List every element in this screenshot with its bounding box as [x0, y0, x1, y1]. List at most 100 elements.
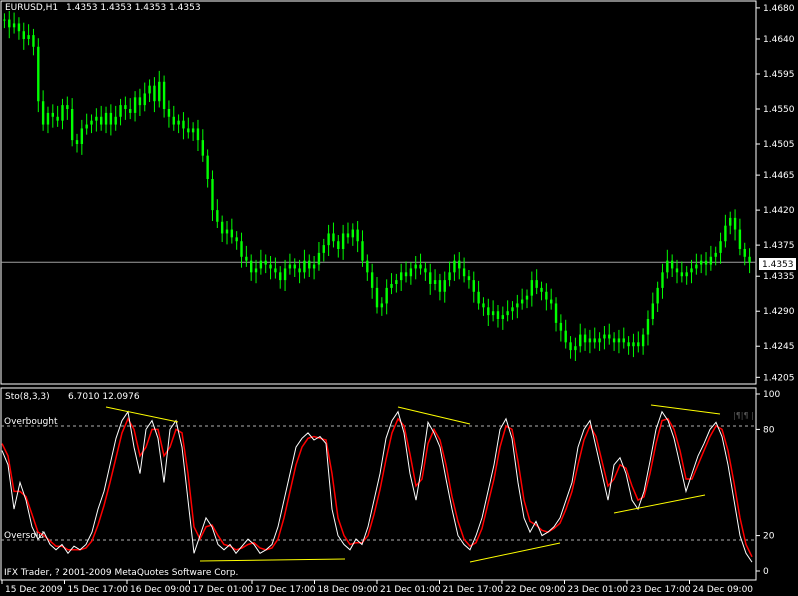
price-bar-body: [680, 272, 684, 277]
price-bar-body: [641, 334, 645, 347]
price-bar-body: [293, 264, 296, 269]
stochastic-tick-label: 100: [763, 390, 780, 400]
price-bar-body: [409, 268, 413, 277]
price-bar-body: [651, 303, 655, 319]
copyright: IFX Trader, ? 2001-2009 MetaQuotes Softw…: [4, 568, 238, 578]
price-tick-label: 1.4375: [763, 241, 795, 251]
price-bar-body: [61, 105, 64, 121]
price-bar-body: [341, 233, 345, 249]
price-bar-body: [661, 272, 664, 288]
price-bar-body: [182, 120, 185, 129]
price-bar-body: [559, 322, 563, 331]
price-tick-label: 1.4505: [763, 140, 795, 150]
price-bar-body: [211, 179, 214, 211]
overbought-label: Overbought: [4, 417, 58, 427]
price-bar-body: [317, 252, 321, 265]
price-bar-body: [569, 342, 572, 351]
price-bar-body: [17, 23, 21, 32]
price-bar-body: [196, 128, 200, 141]
price-tick-label: 1.4335: [763, 272, 795, 282]
price-bar-body: [477, 291, 480, 304]
indicator-values: 6.7010 12.0976: [68, 392, 140, 402]
price-bar-body: [322, 245, 325, 253]
price-bar-body: [593, 338, 596, 343]
price-bar-body: [46, 112, 50, 125]
price-bar-body: [506, 311, 509, 316]
price-bar-body: [448, 272, 451, 281]
price-bar-body: [187, 128, 190, 133]
price-bar-body: [453, 260, 456, 273]
price-bar-body: [675, 268, 679, 273]
price-bar-body: [433, 280, 437, 284]
price-bar-body: [535, 280, 538, 288]
price-bar-body: [579, 334, 582, 347]
price-bar-body: [472, 280, 475, 292]
price-bar-body: [525, 295, 529, 300]
price-bar-body: [75, 140, 79, 144]
price-tick-label: 1.4640: [763, 35, 795, 45]
price-bar-body: [603, 334, 606, 339]
price-bar-body: [259, 260, 263, 269]
price-bar-body: [467, 276, 471, 281]
price-bar-body: [119, 105, 122, 117]
price-bar-body: [588, 338, 592, 343]
price-bar-body: [109, 112, 113, 125]
price-bar-body: [583, 334, 587, 343]
time-tick-label: 16 Dec 09:00: [130, 585, 191, 595]
price-bar-body: [462, 268, 466, 277]
price-bar-body: [274, 268, 277, 273]
price-bar-body: [637, 342, 640, 347]
price-bar-body: [380, 303, 384, 308]
price-bar-body: [685, 272, 688, 277]
price-tick-label: 1.4205: [763, 373, 795, 383]
price-bar-body: [264, 260, 267, 265]
time-tick-label: 15 Dec 2009: [5, 585, 63, 595]
price-bar-body: [133, 97, 137, 113]
price-tick-label: 1.4420: [763, 206, 795, 216]
time-tick-label: 17 Dec 17:00: [255, 585, 316, 595]
price-tick-label: 1.4550: [763, 105, 795, 115]
price-bar-body: [482, 303, 485, 308]
price-bar-body: [104, 112, 108, 125]
price-bar-body: [729, 217, 732, 226]
price-bar-body: [501, 315, 505, 319]
price-bar-body: [704, 260, 708, 265]
price-bar-body: [206, 155, 209, 179]
price-bar-body: [443, 280, 446, 292]
price-bar-body: [177, 120, 180, 125]
price-tick-label: 1.4290: [763, 307, 795, 317]
price-bar-body: [167, 109, 171, 117]
price-bar-body: [153, 85, 156, 102]
price-bar-body: [545, 291, 548, 300]
price-bar-body: [574, 346, 577, 351]
time-tick-label: 23 Dec 17:00: [630, 585, 691, 595]
price-bar-body: [714, 252, 717, 257]
price-bar-body: [279, 272, 282, 281]
price-bar-body: [332, 233, 335, 242]
price-bar-body: [724, 225, 727, 242]
price-bar-body: [269, 264, 272, 269]
price-bar-body: [8, 19, 11, 28]
price-bar-body: [356, 229, 359, 242]
price-bar-body: [249, 260, 253, 273]
price-bar-body: [245, 256, 248, 261]
price-bar-body: [90, 120, 93, 125]
price-bar-body: [404, 272, 408, 277]
price-bar-body: [366, 260, 369, 273]
price-bar-body: [695, 264, 698, 269]
price-bar-body: [138, 97, 142, 106]
stochastic-tick-label: 80: [763, 425, 775, 435]
price-bar-body: [3, 19, 6, 21]
price-bar-body: [27, 35, 30, 39]
price-bar-body: [733, 217, 737, 230]
price-bar-body: [95, 116, 98, 121]
time-tick-label: 24 Dec 09:00: [693, 585, 754, 595]
chart-canvas: 1.4680 1.4640 1.4595 1.4550 1.4505 1.4465 1.44…: [0, 0, 798, 596]
price-bar-body: [225, 229, 229, 234]
price-bar-body: [80, 128, 84, 144]
price-bar-body: [666, 260, 669, 273]
price-bar-body: [690, 268, 693, 273]
price-bar-body: [312, 264, 316, 269]
price-bar-body: [438, 280, 442, 292]
price-bar-body: [419, 264, 422, 269]
